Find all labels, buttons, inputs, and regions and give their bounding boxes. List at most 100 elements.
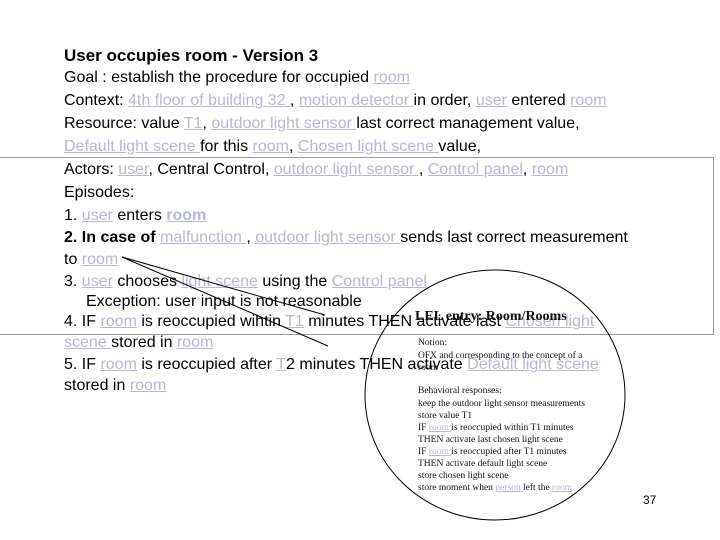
- response-item: THEN activate last chosen light scene: [418, 435, 563, 445]
- resource-label: Resource: value: [64, 115, 184, 132]
- text: is reoccupied after T1 minutes: [451, 447, 567, 457]
- text: for this: [200, 138, 253, 155]
- link-person[interactable]: person: [495, 483, 523, 493]
- text: last correct management value,: [356, 115, 580, 132]
- slide: User occupies room - Version 3 Goal : es…: [0, 0, 720, 540]
- link-room[interactable]: room: [552, 483, 572, 493]
- link-light-scene[interactable]: light scene: [181, 273, 258, 290]
- link-room[interactable]: room: [429, 423, 451, 433]
- link-default-light-scene[interactable]: Default light scene: [64, 138, 200, 155]
- actors-label: Actors:: [64, 161, 119, 178]
- text: is reoccupied after: [136, 356, 277, 373]
- link-user[interactable]: user: [118, 161, 148, 178]
- text: left the: [523, 483, 553, 493]
- link-room[interactable]: room: [82, 251, 118, 268]
- link-4th-floor[interactable]: 4th floor of building 32: [128, 92, 290, 109]
- text: stored in: [64, 377, 130, 394]
- text: chooses: [112, 273, 182, 290]
- link-scene[interactable]: scene: [64, 334, 111, 351]
- resource-line-2: Default light scene for this room, Chose…: [64, 137, 481, 157]
- episode-2: 2. In case of malfunction , outdoor ligh…: [64, 228, 628, 248]
- text: 3.: [64, 273, 82, 290]
- actors-line: Actors: user, Central Control, outdoor l…: [64, 160, 568, 180]
- episode-1: 1. user enters room: [64, 206, 206, 226]
- resource-line: Resource: value T1, outdoor light sensor…: [64, 114, 580, 134]
- link-t1[interactable]: T1: [285, 313, 304, 330]
- link-room[interactable]: room: [429, 447, 451, 457]
- episode-2-cont: to room: [64, 250, 118, 270]
- horizontal-rule-top: [0, 157, 714, 158]
- slide-title: User occupies room - Version 3: [64, 46, 319, 65]
- text: entered: [506, 92, 571, 109]
- text: 5. IF: [64, 356, 101, 373]
- behavioral-label: Behavioral responses:: [418, 386, 502, 396]
- response-item: IF room is reoccupied after T1 minutes: [418, 446, 567, 458]
- response-item: keep the outdoor light sensor measuremen…: [418, 399, 586, 409]
- link-room[interactable]: room: [166, 207, 206, 224]
- link-outdoor-light-sensor[interactable]: outdoor light sensor: [255, 229, 400, 246]
- page-number: 37: [643, 493, 657, 507]
- response-item: IF room is reoccupied within T1 minutes: [418, 422, 574, 434]
- text: to: [64, 251, 82, 268]
- context-line: Context: 4th floor of building 32 , moti…: [64, 91, 607, 111]
- link-outdoor-light-sensor[interactable]: outdoor light sensor: [211, 115, 356, 132]
- link-t[interactable]: T: [276, 356, 286, 373]
- link-user[interactable]: user: [476, 92, 507, 109]
- link-room[interactable]: room: [253, 138, 289, 155]
- response-item: THEN activate default light scene: [418, 459, 548, 469]
- link-room[interactable]: room: [130, 377, 166, 394]
- link-room[interactable]: room: [177, 334, 213, 351]
- link-room[interactable]: room: [100, 356, 136, 373]
- link-room[interactable]: room: [374, 69, 410, 86]
- text: ,: [418, 161, 428, 178]
- notion-text-2: room: [418, 363, 439, 373]
- link-malfunction[interactable]: malfunction: [160, 229, 246, 246]
- episode-4-cont: scene stored in room: [64, 333, 213, 353]
- text: ,: [246, 229, 256, 246]
- text: ,: [202, 115, 212, 132]
- text: store moment when: [418, 483, 496, 493]
- link-user[interactable]: user: [82, 273, 113, 290]
- response-item: store chosen light scene: [418, 471, 509, 481]
- text: value,: [438, 138, 482, 155]
- text: enters: [112, 207, 167, 224]
- text: ,: [289, 92, 299, 109]
- text: in order,: [413, 92, 476, 109]
- text: 4. IF: [64, 313, 101, 330]
- context-label: Context:: [64, 92, 129, 109]
- goal-text: Goal : establish the procedure for occup…: [64, 69, 374, 86]
- exception-line: Exception: user input is not reasonable: [86, 293, 362, 310]
- text: 2. In case of: [64, 229, 161, 246]
- text: sends last correct measurement: [400, 229, 628, 246]
- episode-5-cont: stored in room: [64, 376, 166, 396]
- response-item: store value T1: [418, 411, 473, 421]
- link-room[interactable]: room: [570, 92, 606, 109]
- text: ,: [522, 161, 532, 178]
- text: stored in: [111, 334, 177, 351]
- vertical-rule-right: [713, 157, 714, 335]
- goal-line: Goal : establish the procedure for occup…: [64, 68, 410, 88]
- link-control-panel[interactable]: Control panel: [332, 273, 427, 290]
- episodes-label: Episodes:: [64, 184, 135, 201]
- link-motion-detector[interactable]: motion detector: [299, 92, 414, 109]
- text: IF: [418, 447, 429, 457]
- text: , Central Control,: [148, 161, 274, 178]
- text: ,: [289, 138, 298, 155]
- text: using the: [257, 273, 332, 290]
- link-user[interactable]: user: [82, 207, 113, 224]
- text: is reoccupied wihtin: [136, 313, 286, 330]
- notion-text: OFX and corresponding to the concept of …: [418, 351, 583, 361]
- link-t1[interactable]: T1: [184, 115, 203, 132]
- lel-entry-title: LEL entry: Room/Rooms: [415, 309, 567, 324]
- link-room[interactable]: room: [100, 313, 136, 330]
- link-control-panel[interactable]: Control panel: [428, 161, 523, 178]
- episode-3: 3. user chooses light scene using the Co…: [64, 272, 427, 292]
- text: is reoccupied within T1 minutes: [451, 423, 574, 433]
- link-outdoor-light-sensor[interactable]: outdoor light sensor: [274, 161, 419, 178]
- link-chosen-light-scene[interactable]: Chosen light scene: [298, 138, 439, 155]
- response-item: store moment when person left the room: [418, 482, 572, 494]
- notion-label: Notion:: [418, 338, 448, 348]
- text: 1.: [64, 207, 82, 224]
- link-room[interactable]: room: [532, 161, 568, 178]
- text: IF: [418, 423, 429, 433]
